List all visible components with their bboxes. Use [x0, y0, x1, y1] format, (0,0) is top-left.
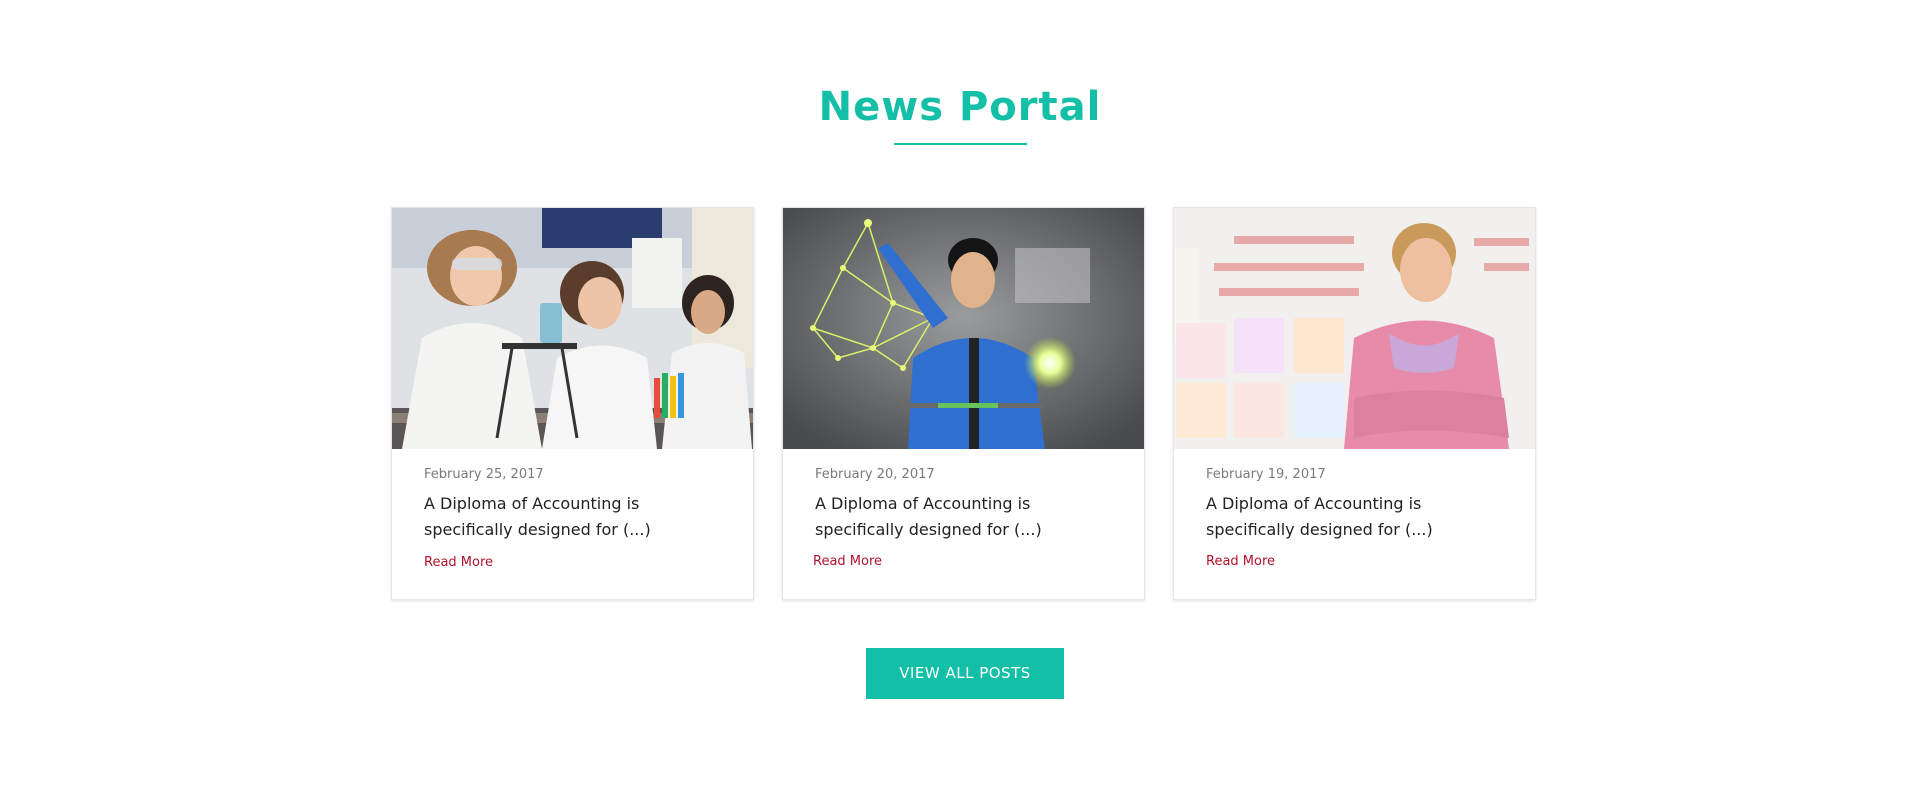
post-thumbnail-link[interactable]	[1174, 208, 1535, 449]
title-underline	[894, 143, 1027, 145]
post-date: February 20, 2017	[815, 467, 935, 482]
news-portal-section: News Portal February 25, 2017 A Diploma …	[0, 0, 1920, 790]
read-more-link[interactable]: Read More	[424, 555, 493, 570]
post-card: February 20, 2017 A Diploma of Accountin…	[782, 207, 1145, 600]
view-all-posts-button[interactable]: VIEW ALL POSTS	[866, 648, 1064, 699]
students-in-science-lab-photo	[392, 208, 753, 449]
man-touching-digital-interface-photo	[783, 208, 1144, 449]
read-more-link[interactable]: Read More	[1206, 554, 1275, 569]
post-excerpt: A Diploma of Accounting is specifically …	[1206, 494, 1433, 539]
post-thumbnail-link[interactable]	[392, 208, 753, 449]
post-date: February 19, 2017	[1206, 467, 1326, 482]
post-cards: February 25, 2017 A Diploma of Accountin…	[391, 207, 1536, 600]
post-date: February 25, 2017	[424, 467, 544, 482]
post-card: February 19, 2017 A Diploma of Accountin…	[1173, 207, 1536, 600]
read-more-link[interactable]: Read More	[813, 554, 882, 569]
post-thumbnail-link[interactable]	[783, 208, 1144, 449]
post-excerpt: A Diploma of Accounting is specifically …	[424, 494, 651, 539]
post-excerpt: A Diploma of Accounting is specifically …	[815, 494, 1042, 539]
post-card: February 25, 2017 A Diploma of Accountin…	[391, 207, 754, 600]
section-title: News Portal	[818, 84, 1102, 130]
teacher-in-front-of-whiteboard-photo	[1174, 208, 1535, 449]
